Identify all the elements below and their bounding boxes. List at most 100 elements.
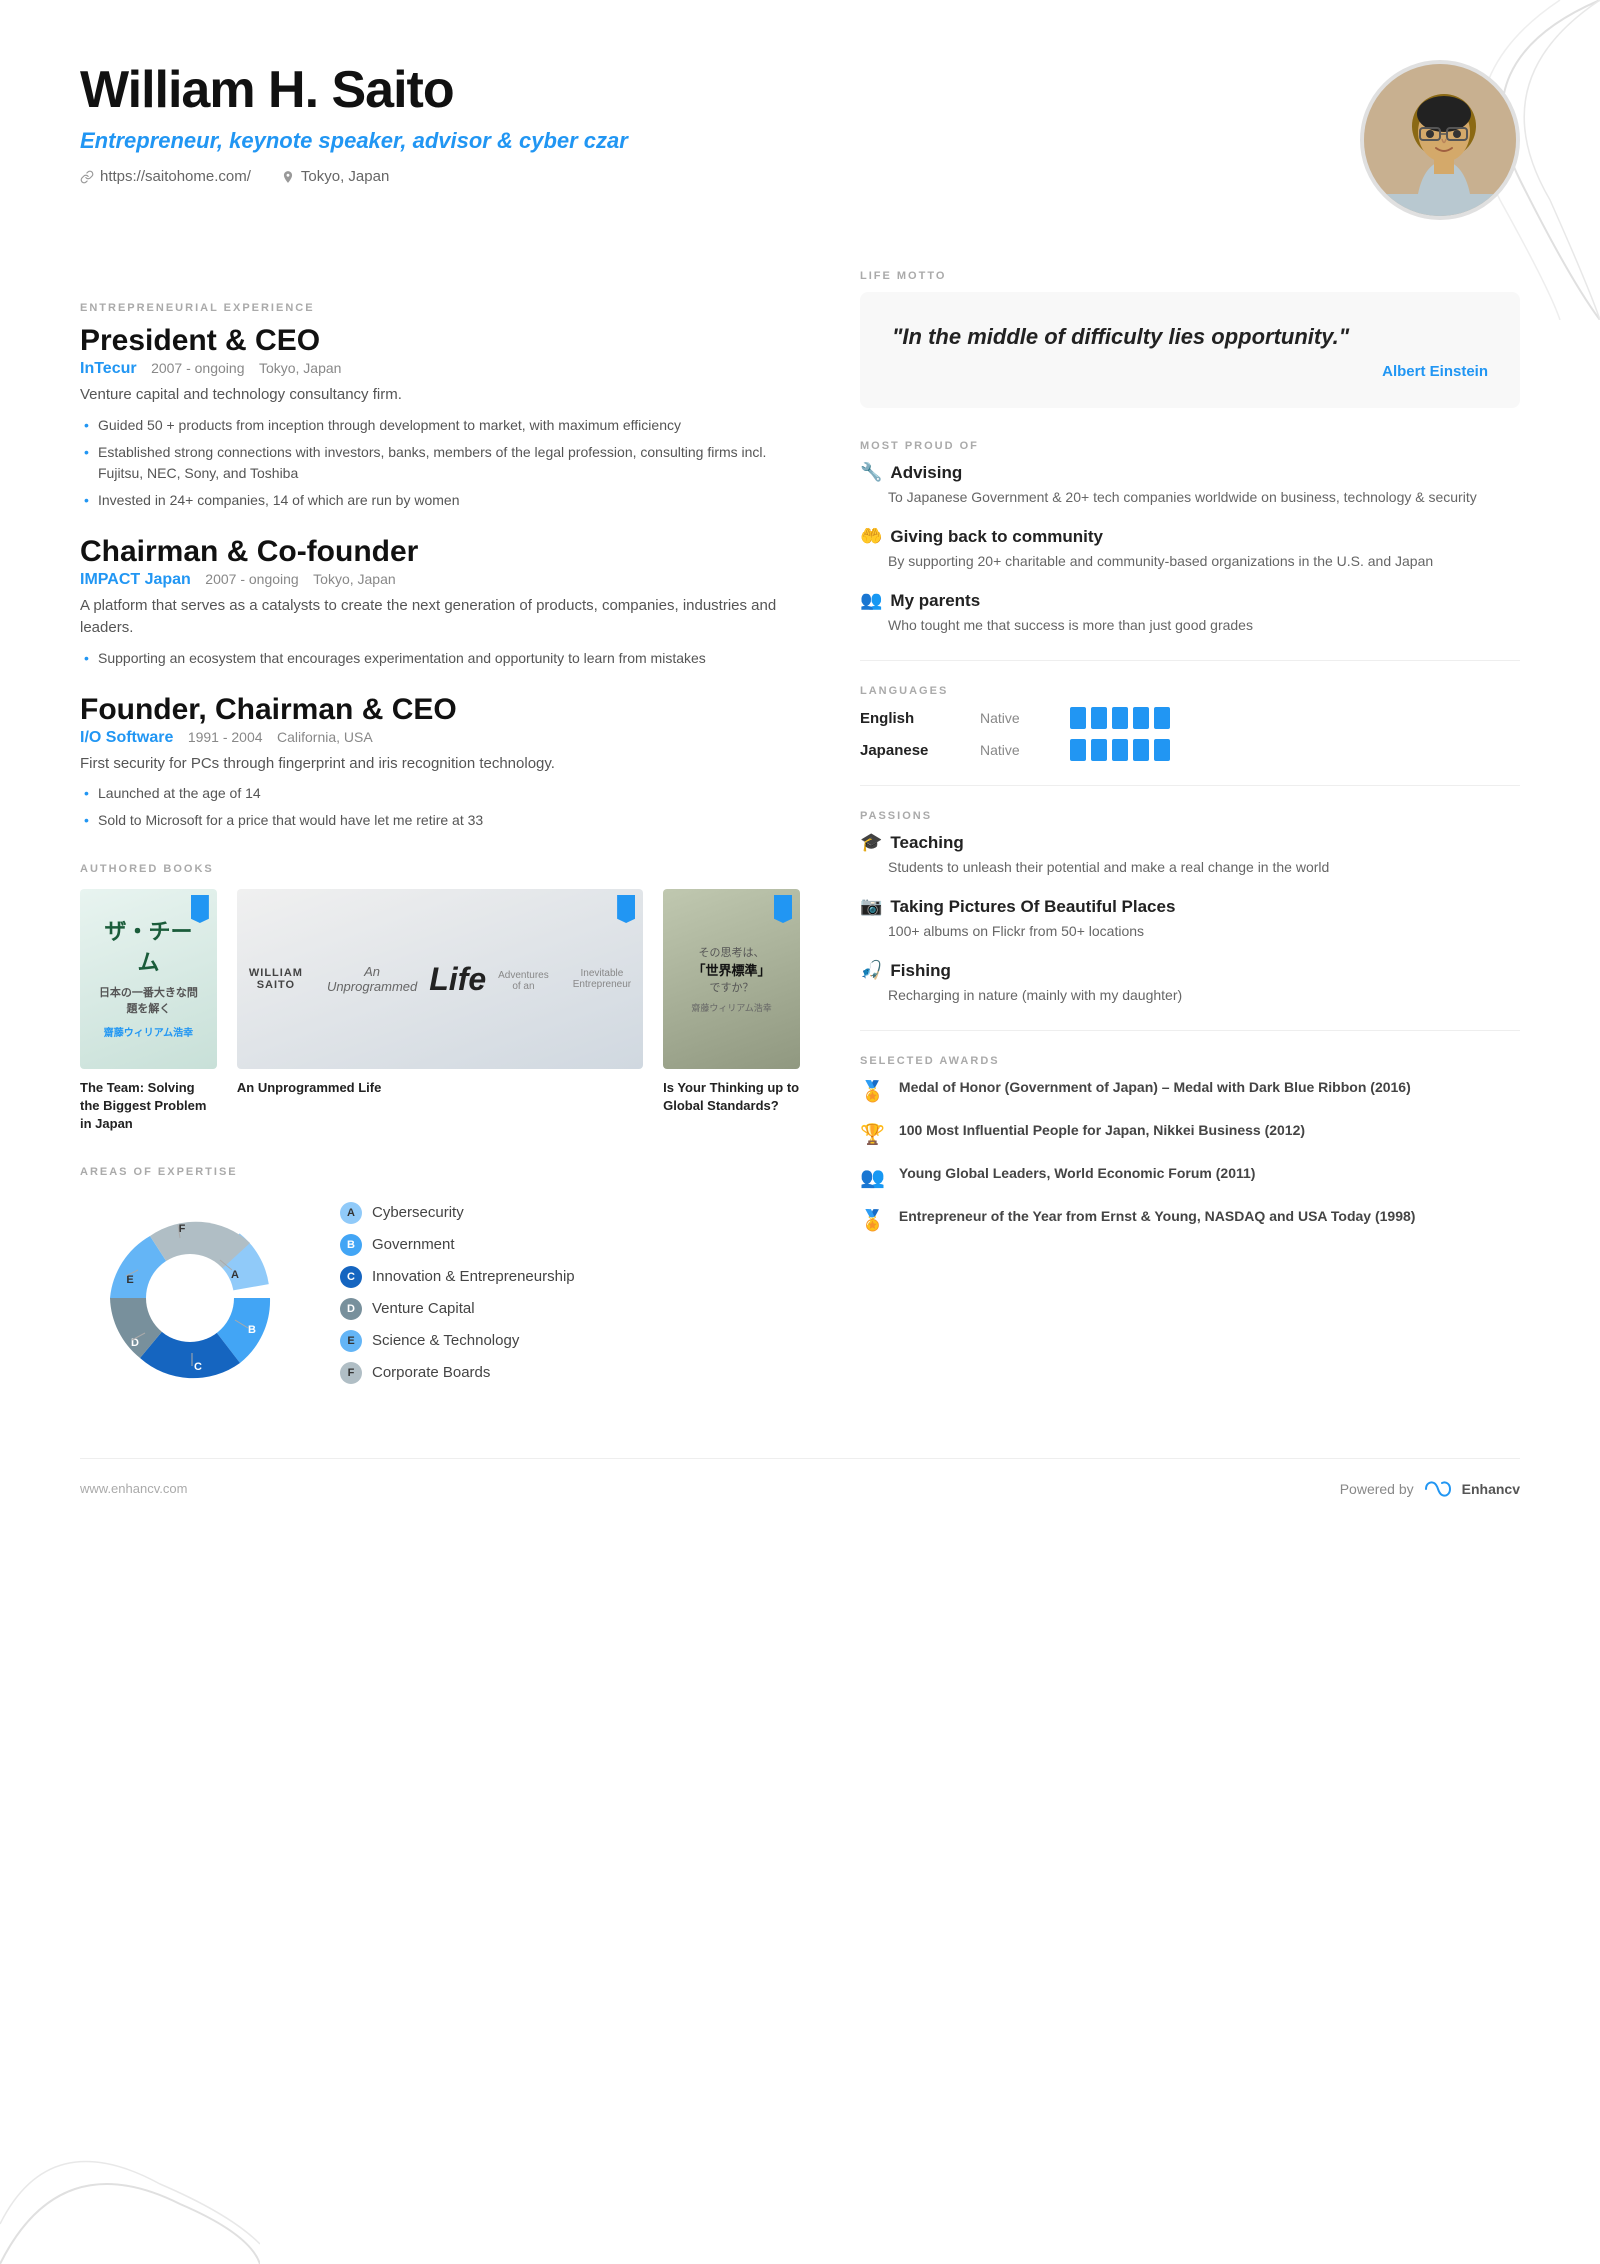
- proud-label: MOST PROUD OF: [860, 440, 1520, 452]
- exp-title-3: Founder, Chairman & CEO: [80, 693, 800, 727]
- lang-bar-0-0: [1070, 707, 1086, 729]
- motto-box: "In the middle of difficulty lies opport…: [860, 292, 1520, 408]
- book-cover-2: WILLIAM SAITO An Unprogrammed Life Adven…: [237, 889, 643, 1069]
- lang-bar-1-4: [1154, 739, 1170, 761]
- exp-bullets-2: Supporting an ecosystem that encourages …: [80, 648, 800, 669]
- bullet-1-0: Guided 50 + products from inception thro…: [80, 415, 800, 436]
- avatar: [1360, 60, 1520, 220]
- passion-item-2: 🎣 Fishing Recharging in nature (mainly w…: [860, 960, 1520, 1006]
- award-icon-1: 🏆: [860, 1122, 885, 1147]
- awards-label: SELECTED AWARDS: [860, 1055, 1520, 1067]
- book-cover-1: ザ・チーム 日本の一番大きな問題を解く 齋藤ウィリアム浩幸: [80, 889, 217, 1069]
- proud-icon-2: 👥: [860, 590, 882, 611]
- deco-bottom-left: [0, 2004, 260, 2264]
- experience-item-3: Founder, Chairman & CEO I/O Software 199…: [80, 693, 800, 832]
- award-icon-3: 🏅: [860, 1208, 885, 1233]
- enhancv-logo-icon: [1422, 1479, 1454, 1499]
- book-title-1: The Team: Solving the Biggest Problem in…: [80, 1079, 217, 1134]
- lang-bar-0-2: [1112, 707, 1128, 729]
- legend-label-f: Corporate Boards: [372, 1364, 490, 1381]
- exp-years-1: 2007 - ongoing: [151, 360, 244, 376]
- divider-languages: [860, 660, 1520, 661]
- legend-dot-d: D: [340, 1298, 362, 1320]
- legend-item-d: D Venture Capital: [340, 1298, 800, 1320]
- award-icon-0: 🏅: [860, 1079, 885, 1104]
- bullet-1-1: Established strong connections with inve…: [80, 442, 800, 484]
- experience-item-2: Chairman & Co-founder IMPACT Japan 2007 …: [80, 535, 800, 669]
- bullet-3-1: Sold to Microsoft for a price that would…: [80, 810, 800, 831]
- book-item-3: その思考は、 「世界標準」 ですか？ 齋藤ウィリアム浩幸 Is Your Thi…: [663, 889, 800, 1134]
- header-meta: https://saitohome.com/ Tokyo, Japan: [80, 168, 1360, 185]
- divider-awards: [860, 1030, 1520, 1031]
- exp-company-2: IMPACT Japan: [80, 571, 191, 588]
- lang-bar-0-1: [1091, 707, 1107, 729]
- expertise-section-label: AREAS OF EXPERTISE: [80, 1166, 800, 1178]
- motto-author: Albert Einstein: [892, 363, 1488, 380]
- lang-bars-1: [1070, 739, 1170, 761]
- website-link[interactable]: https://saitohome.com/: [80, 168, 251, 185]
- avatar-image: [1364, 64, 1520, 220]
- award-text-2: Young Global Leaders, World Economic For…: [899, 1163, 1256, 1190]
- passion-item-1: 📷 Taking Pictures Of Beautiful Places 10…: [860, 896, 1520, 942]
- legend-item-c: C Innovation & Entrepreneurship: [340, 1266, 800, 1288]
- expertise-chart: A B C D E F: [80, 1188, 300, 1408]
- lang-bar-1-1: [1091, 739, 1107, 761]
- proud-title-2: 👥 My parents: [860, 590, 1520, 611]
- exp-desc-3: First security for PCs through fingerpri…: [80, 753, 800, 776]
- exp-title-1: President & CEO: [80, 324, 800, 358]
- legend-dot-e: E: [340, 1330, 362, 1352]
- exp-title-2: Chairman & Co-founder: [80, 535, 800, 569]
- passion-icon-2: 🎣: [860, 960, 882, 981]
- lang-bar-1-0: [1070, 739, 1086, 761]
- proud-desc-0: To Japanese Government & 20+ tech compan…: [860, 487, 1520, 508]
- books-row: ザ・チーム 日本の一番大きな問題を解く 齋藤ウィリアム浩幸 The Team: …: [80, 889, 800, 1134]
- legend-label-d: Venture Capital: [372, 1300, 475, 1317]
- exp-years-2: 2007 - ongoing: [205, 571, 298, 587]
- proud-item-2: 👥 My parents Who tought me that success …: [860, 590, 1520, 636]
- book-tag-3: [774, 895, 792, 923]
- exp-years-3: 1991 - 2004: [188, 729, 263, 745]
- location-icon: [281, 170, 295, 184]
- footer-website: www.enhancv.com: [80, 1481, 187, 1496]
- legend-label-e: Science & Technology: [372, 1332, 519, 1349]
- passion-title-1: 📷 Taking Pictures Of Beautiful Places: [860, 896, 1520, 917]
- person-title: Entrepreneur, keynote speaker, advisor &…: [80, 128, 1360, 154]
- passion-icon-0: 🎓: [860, 832, 882, 853]
- lang-bar-1-3: [1133, 739, 1149, 761]
- award-text-1: 100 Most Influential People for Japan, N…: [899, 1120, 1305, 1147]
- legend-item-a: A Cybersecurity: [340, 1202, 800, 1224]
- proud-desc-2: Who tought me that success is more than …: [860, 615, 1520, 636]
- proud-title-0: 🔧 Advising: [860, 462, 1520, 483]
- motto-quote: "In the middle of difficulty lies opport…: [892, 320, 1488, 353]
- legend-label-a: Cybersecurity: [372, 1204, 464, 1221]
- expertise-row: A B C D E F: [80, 1188, 800, 1408]
- proud-item-1: 🤲 Giving back to community By supporting…: [860, 526, 1520, 572]
- exp-bullets-3: Launched at the age of 14 Sold to Micros…: [80, 783, 800, 831]
- passions-label: PASSIONS: [860, 810, 1520, 822]
- powered-by-label: Powered by: [1340, 1481, 1414, 1497]
- exp-company-3: I/O Software: [80, 729, 173, 746]
- passion-desc-1: 100+ albums on Flickr from 50+ locations: [860, 921, 1520, 942]
- person-name: William H. Saito: [80, 60, 1360, 120]
- books-section-label: AUTHORED BOOKS: [80, 863, 800, 875]
- book-cover-3: その思考は、 「世界標準」 ですか？ 齋藤ウィリアム浩幸: [663, 889, 800, 1069]
- exp-section-label: ENTREPRENEURIAL EXPERIENCE: [80, 302, 800, 314]
- legend-item-f: F Corporate Boards: [340, 1362, 800, 1384]
- exp-bullets-1: Guided 50 + products from inception thro…: [80, 415, 800, 511]
- legend-dot-c: C: [340, 1266, 362, 1288]
- right-column: LIFE MOTTO "In the middle of difficulty …: [860, 270, 1520, 1408]
- exp-location-2: Tokyo, Japan: [313, 571, 396, 587]
- legend-dot-a: A: [340, 1202, 362, 1224]
- bullet-3-0: Launched at the age of 14: [80, 783, 800, 804]
- legend-item-e: E Science & Technology: [340, 1330, 800, 1352]
- legend-dot-f: F: [340, 1362, 362, 1384]
- proud-icon-1: 🤲: [860, 526, 882, 547]
- award-icon-2: 👥: [860, 1165, 885, 1190]
- passion-item-0: 🎓 Teaching Students to unleash their pot…: [860, 832, 1520, 878]
- left-column: ENTREPRENEURIAL EXPERIENCE President & C…: [80, 270, 800, 1408]
- lang-name-1: Japanese: [860, 742, 980, 759]
- svg-text:B: B: [248, 1324, 256, 1336]
- award-item-2: 👥 Young Global Leaders, World Economic F…: [860, 1163, 1520, 1190]
- legend-label-c: Innovation & Entrepreneurship: [372, 1268, 575, 1285]
- passion-title-2: 🎣 Fishing: [860, 960, 1520, 981]
